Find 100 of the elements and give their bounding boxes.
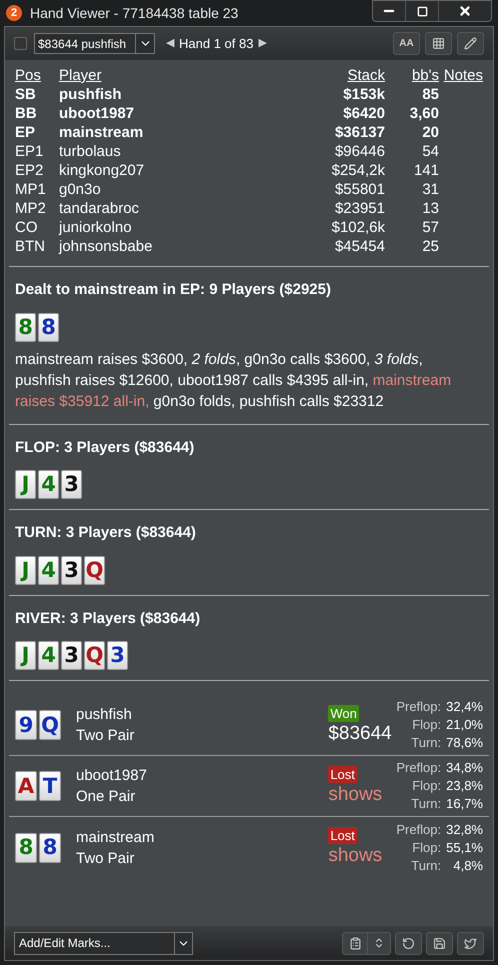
stack-cell-text: $102,6k	[330, 218, 385, 237]
playing-card: 3	[61, 556, 82, 584]
up-down-icon	[373, 937, 385, 949]
player-cell-text: tandarabroc	[59, 199, 140, 218]
player-cell-text: uboot1987	[59, 104, 136, 123]
bbs-cell-text: 20	[421, 123, 439, 142]
marks-select[interactable]: Add/Edit Marks...	[14, 932, 193, 954]
result-badge: Lost	[328, 766, 357, 782]
player-select[interactable]: $83644 pushfish	[34, 33, 155, 54]
playing-card: Q	[84, 556, 105, 584]
playing-card: J	[15, 470, 36, 499]
player-name: mainstream	[76, 828, 156, 848]
equity-value: 32,8%	[446, 820, 483, 838]
stack-cell-text: $55801	[334, 180, 385, 199]
result-amount: shows	[328, 782, 382, 806]
equity-label: Turn:	[410, 795, 442, 813]
stack-cell-text: $153k	[342, 85, 385, 104]
position-cell-text: EP1	[15, 142, 44, 161]
bbs-cell-text: 3,60	[408, 104, 439, 123]
column-header[interactable]: Notes	[443, 66, 483, 85]
hand-counter: Hand 1 of 83	[179, 34, 254, 53]
playing-card: Q	[39, 710, 61, 740]
bbs-cell-text: 31	[421, 180, 439, 199]
equity-value: 21,0%	[446, 716, 483, 734]
position-cell-text: EP2	[15, 161, 44, 180]
bird-icon	[464, 936, 477, 950]
street-header: RIVER: 3 Players ($83644)	[15, 608, 202, 628]
result-badge: Lost	[328, 827, 357, 844]
next-hand-button[interactable]: ▶	[258, 35, 266, 52]
equity-label: Turn:	[410, 856, 442, 874]
hand-rank: One Pair	[76, 787, 136, 807]
playing-card: 8	[38, 312, 59, 342]
equity-value: 4,8%	[452, 856, 483, 874]
edit-button[interactable]	[457, 32, 484, 55]
column-header[interactable]: bb's	[389, 66, 439, 85]
position-cell-text: BTN	[15, 237, 46, 256]
position-cell-text: BB	[15, 104, 38, 123]
player-name: pushfish	[76, 705, 133, 725]
window-title: Hand Viewer - 77184438 table 23	[30, 4, 240, 22]
previous-hand-button[interactable]: ◀	[166, 35, 174, 52]
refresh-icon	[402, 936, 415, 950]
stack-cell-text: $36137	[334, 123, 385, 142]
bird-button[interactable]	[457, 932, 484, 954]
equity-value: 23,8%	[446, 777, 483, 795]
checkbox[interactable]	[14, 37, 27, 50]
equity-value: 34,8%	[446, 759, 483, 777]
position-cell-text: MP2	[15, 199, 47, 218]
save-button[interactable]	[426, 932, 453, 954]
street-header: TURN: 3 Players ($83644)	[15, 523, 197, 543]
equity-label: Preflop:	[396, 820, 442, 838]
playing-card: 3	[107, 641, 128, 670]
column-header[interactable]: Stack	[305, 66, 385, 85]
position-cell-text: EP	[15, 123, 36, 142]
playing-card: A	[15, 771, 37, 801]
column-header[interactable]: Player	[59, 66, 301, 85]
bbs-cell-text: 141	[412, 161, 439, 180]
player-cell-text: turbolaus	[59, 142, 122, 161]
player-cell-text: kingkong207	[59, 161, 146, 180]
equity-value: 16,7%	[446, 795, 483, 813]
stack-cell-text: $6420	[342, 104, 385, 123]
playing-card: 4	[38, 641, 59, 670]
player-cell-text: mainstream	[59, 123, 144, 142]
font-size-button[interactable]: AA	[393, 32, 420, 55]
player-name: uboot1987	[76, 766, 148, 786]
equity-label: Flop:	[411, 716, 442, 734]
column-header[interactable]: Pos	[15, 66, 55, 85]
bbs-cell-text: 54	[421, 142, 439, 161]
stack-cell-text: $254,2k	[330, 161, 385, 180]
result-badge: Won	[328, 704, 359, 722]
position-cell-text: SB	[15, 85, 37, 104]
playing-card: 3	[61, 470, 82, 499]
playing-card: 3	[61, 641, 82, 670]
player-cell-text: juniorkolno	[59, 218, 133, 237]
equity-label: Preflop:	[396, 698, 442, 716]
bbs-cell-text: 13	[421, 199, 439, 218]
playing-card: 4	[38, 470, 59, 499]
position-cell-text: MP1	[15, 180, 47, 199]
hand-rank: Two Pair	[76, 726, 136, 746]
equity-value: 78,6%	[446, 734, 483, 752]
app-logo-icon: 2	[6, 5, 22, 21]
playing-card: 8	[15, 312, 36, 342]
save-icon	[433, 936, 446, 950]
bbs-cell-text: 85	[421, 85, 439, 104]
playing-card: 8	[15, 832, 37, 862]
playing-card: 8	[39, 832, 61, 862]
playing-card: J	[15, 641, 36, 670]
hand-rank: Two Pair	[76, 848, 136, 868]
grid-button[interactable]	[425, 32, 452, 55]
playing-card: T	[39, 771, 61, 801]
close-icon	[458, 4, 472, 18]
notepad-icon	[348, 936, 362, 950]
stack-cell-text: $23951	[334, 199, 385, 218]
equity-value: 32,4%	[446, 698, 483, 716]
equity-label: Flop:	[411, 777, 442, 795]
grid-icon	[432, 37, 445, 50]
playing-card: 4	[38, 556, 59, 584]
maximize-icon	[416, 6, 428, 16]
refresh-button[interactable]	[395, 932, 422, 954]
bbs-cell-text: 25	[421, 237, 439, 256]
street-header: Dealt to mainstream in EP: 9 Players ($2925)	[15, 280, 332, 300]
